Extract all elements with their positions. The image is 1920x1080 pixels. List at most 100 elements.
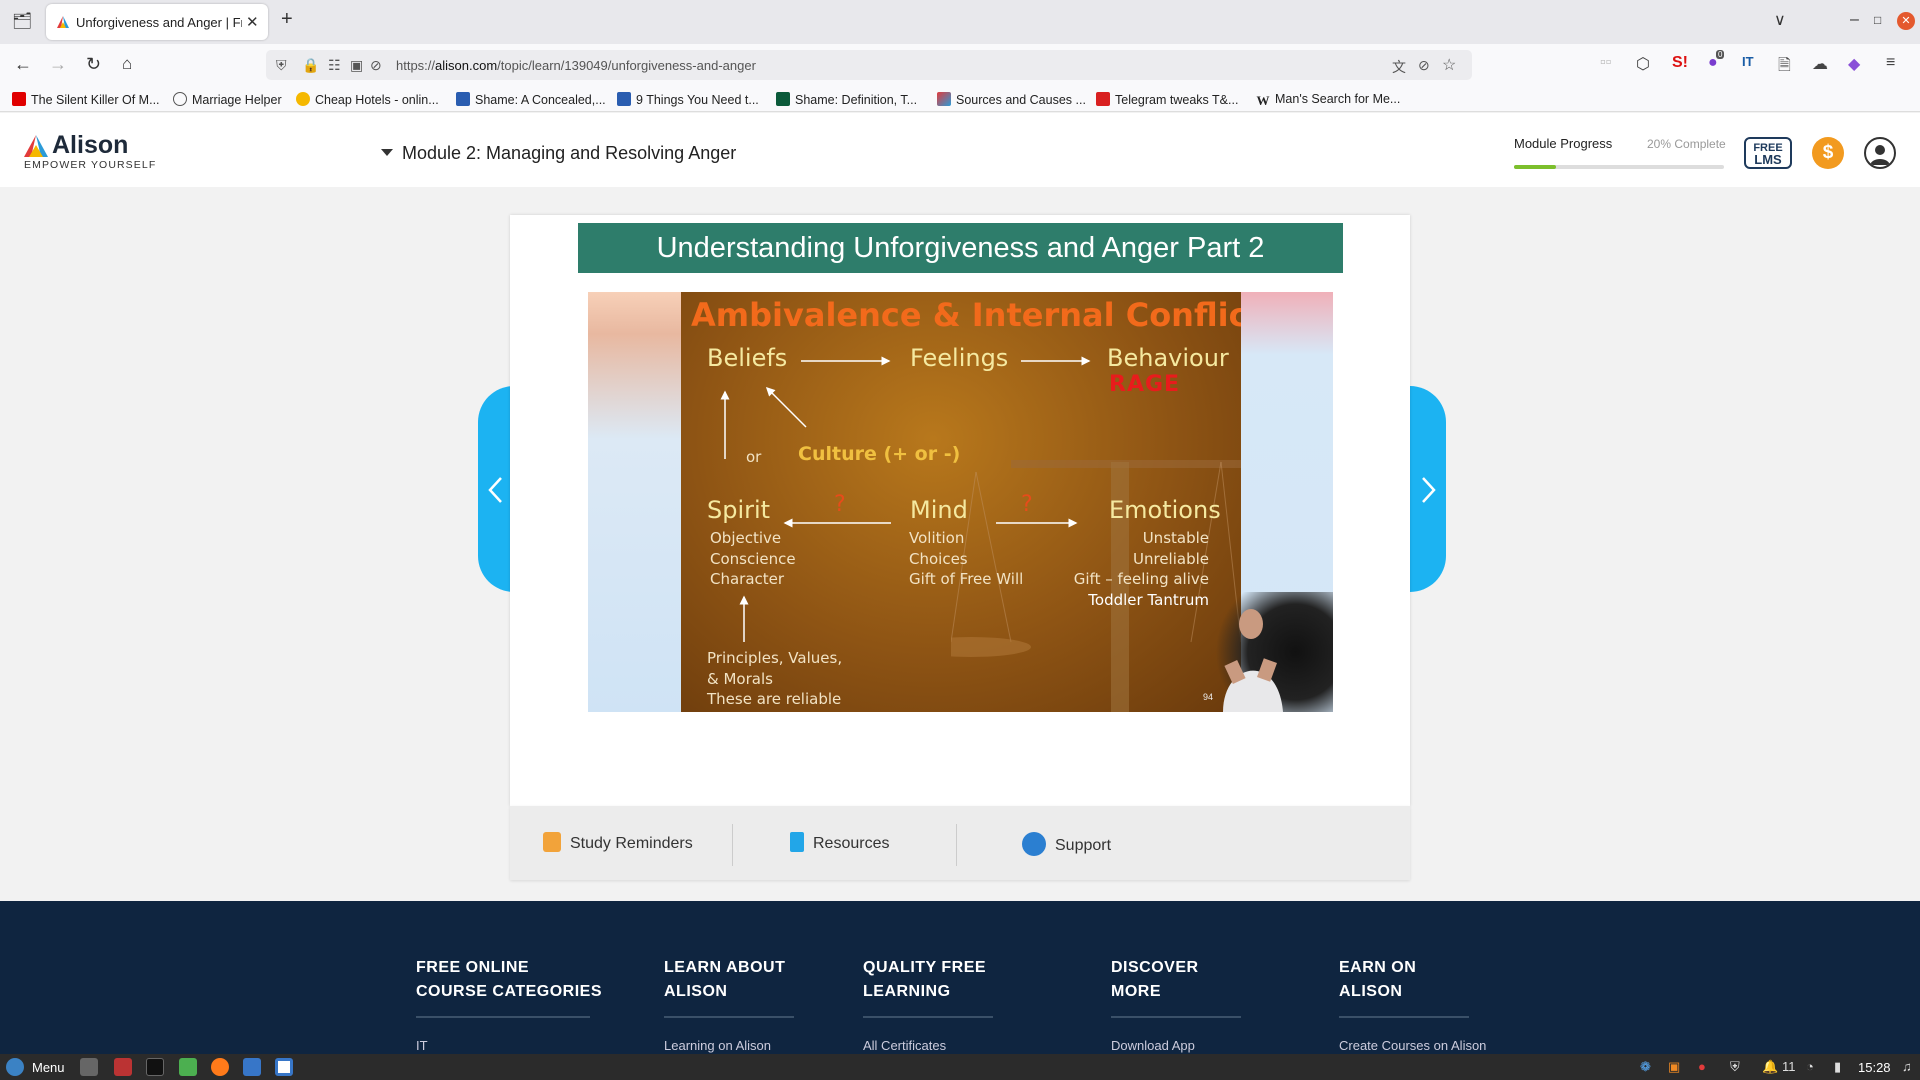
user-avatar-icon[interactable]	[1864, 137, 1896, 169]
slide-spirit: Spirit	[707, 496, 771, 524]
lesson-video-player[interactable]: Ambivalence & Internal Conflict Beliefs …	[588, 292, 1333, 712]
browser-tab-active[interactable]: Unforgiveness and Anger | Fr ✕	[46, 4, 268, 40]
v-icon	[776, 92, 790, 106]
tab-overflow-chevron-icon[interactable]: ∨	[1774, 13, 1786, 29]
shield-icon[interactable]: ⛨	[276, 57, 287, 74]
module-title[interactable]: Module 2: Managing and Resolving Anger	[402, 143, 736, 164]
os-taskbar: Menu ❁ ▣ ● ⛨ 🔔 11 ◔ ▮ 15:28 ♫	[0, 1054, 1920, 1080]
new-tab-button[interactable]: +	[281, 9, 293, 29]
package-update-icon[interactable]: ▣	[1668, 1059, 1680, 1075]
study-reminders-button[interactable]: Study Reminders	[543, 832, 693, 853]
bookmark-item[interactable]: W Man's Search for Me...	[1256, 92, 1401, 108]
bookmark-item[interactable]: 9 Things You Need t...	[617, 92, 759, 107]
support-button[interactable]: Support	[1022, 832, 1111, 856]
extensions-puzzle-icon[interactable]: ⬡	[1636, 54, 1650, 74]
app-launcher-icon[interactable]	[243, 1058, 261, 1076]
extension-badge-count: 0	[1716, 50, 1725, 59]
wifi-icon[interactable]: ◔	[1806, 1059, 1814, 1074]
footer-column: FREE ONLINE COURSE CATEGORIES IT	[416, 956, 602, 1053]
bookmark-item[interactable]: Shame: Definition, T...	[776, 92, 917, 107]
study-reminders-label: Study Reminders	[570, 835, 693, 852]
footer-link[interactable]: Download App	[1111, 1038, 1241, 1053]
free-lms-button[interactable]: FREE LMS	[1744, 137, 1792, 169]
firefox-icon[interactable]	[211, 1058, 229, 1076]
bookmark-item[interactable]: Telegram tweaks T&...	[1096, 92, 1238, 107]
pt-icon	[617, 92, 631, 106]
bookmark-star-icon[interactable]: ☆	[1442, 55, 1456, 75]
footer-link[interactable]: IT	[416, 1038, 590, 1053]
logo-name: Alison	[52, 131, 129, 159]
footer-column-heading: EARN ON ALISON	[1339, 959, 1417, 1000]
security-icon[interactable]: ⛨	[1730, 1059, 1740, 1075]
minimize-window-icon[interactable]: –	[1850, 12, 1859, 28]
module-dropdown-caret-icon[interactable]	[381, 149, 393, 156]
url-text[interactable]: https://alison.com/topic/learn/139049/un…	[396, 58, 756, 73]
terminal-icon[interactable]	[146, 1058, 164, 1076]
os-menu-label[interactable]: Menu	[32, 1060, 65, 1075]
tab-list-icon[interactable]: 🗂	[12, 14, 32, 30]
footer-rule	[1111, 1016, 1241, 1018]
extension-dots-icon[interactable]: ▫▫	[1600, 54, 1611, 72]
extension-s-icon[interactable]: S!	[1672, 54, 1688, 72]
footer-link[interactable]: Learning on Alison	[664, 1038, 794, 1053]
tracking-blocked-icon[interactable]: ⊘	[370, 57, 382, 74]
slide-emotions-item: Gift – feeling alive	[1073, 570, 1209, 588]
cloud-icon[interactable]: ☁	[1812, 54, 1828, 74]
lock-icon[interactable]: 🔒	[302, 57, 319, 74]
reload-icon[interactable]: ↻	[86, 54, 101, 74]
bluetooth-icon[interactable]: ❁	[1640, 1059, 1651, 1075]
camera-blocked-icon[interactable]: ▣	[350, 57, 363, 74]
os-menu-icon[interactable]	[6, 1058, 24, 1076]
forward-icon[interactable]: →	[49, 54, 67, 74]
logo-tagline: EMPOWER YOURSELF	[24, 159, 157, 171]
address-bar[interactable]: ⛨ 🔒 ☷ ▣ ⊘ https://alison.com/topic/learn…	[266, 50, 1472, 80]
bookmark-item[interactable]: Shame: A Concealed,...	[456, 92, 606, 107]
bookmark-item[interactable]: The Silent Killer Of M...	[12, 92, 160, 107]
reader-blocked-icon[interactable]: ⊘	[1418, 57, 1430, 74]
home-icon[interactable]: ⌂	[122, 54, 132, 74]
module-progress-fill	[1514, 165, 1556, 169]
battery-icon[interactable]: ▮	[1834, 1059, 1841, 1075]
bookmark-item[interactable]: Sources and Causes ...	[937, 92, 1086, 107]
chevron-right-icon	[1422, 477, 1436, 503]
browser-nav-bar: ← → ↻ ⌂ ⛨ 🔒 ☷ ▣ ⊘ https://alison.com/top…	[0, 44, 1920, 86]
notifications-icon[interactable]: 🔔	[1762, 1059, 1778, 1075]
clock[interactable]: 15:28	[1858, 1060, 1891, 1075]
footer-link[interactable]: All Certificates	[863, 1038, 993, 1053]
alison-logo-icon	[24, 135, 48, 157]
translate-icon[interactable]: 文	[1392, 57, 1406, 77]
free-lms-line2: LMS	[1754, 152, 1782, 167]
bookmark-item[interactable]: Cheap Hotels - onlin...	[296, 92, 439, 107]
back-icon[interactable]: ←	[14, 54, 32, 74]
close-window-icon[interactable]: ✕	[1897, 12, 1915, 30]
alison-icon	[937, 92, 951, 106]
lesson-banner-title: Understanding Unforgiveness and Anger Pa…	[578, 223, 1343, 273]
permissions-icon[interactable]: ☷	[328, 57, 341, 74]
footer-link[interactable]: Create Courses on Alison	[1339, 1038, 1486, 1053]
next-slide-button[interactable]	[1410, 386, 1446, 592]
mail-icon[interactable]	[275, 1058, 293, 1076]
module-progress-label: Module Progress	[1514, 136, 1613, 151]
site-header: Alison EMPOWER YOURSELF Module 2: Managi…	[0, 113, 1920, 187]
file-manager-icon[interactable]	[114, 1058, 132, 1076]
extension-translate-icon[interactable]: IT	[1742, 54, 1754, 69]
mail-notify-icon[interactable]: ●	[1698, 1059, 1706, 1074]
coin-icon[interactable]: $	[1812, 137, 1844, 169]
footer-column: EARN ON ALISON Create Courses on Alison	[1339, 956, 1486, 1053]
resources-button[interactable]: Resources	[790, 832, 889, 853]
support-label: Support	[1055, 837, 1112, 854]
pt-icon	[456, 92, 470, 106]
extension-doc-icon[interactable]: 🗎	[1778, 54, 1791, 81]
tab-close-icon[interactable]: ✕	[246, 13, 259, 31]
extension-cube-icon[interactable]: ◆	[1848, 54, 1860, 74]
maximize-window-icon[interactable]: □	[1874, 12, 1881, 28]
previous-slide-button[interactable]	[478, 386, 514, 592]
footer-column-heading: DISCOVER MORE	[1111, 959, 1199, 1000]
bookmark-item[interactable]: Marriage Helper	[173, 92, 282, 107]
text-editor-icon[interactable]	[179, 1058, 197, 1076]
footer-column-heading: QUALITY FREE LEARNING	[863, 959, 987, 1000]
music-icon[interactable]: ♫	[1902, 1059, 1912, 1074]
app-menu-icon[interactable]: ≡	[1886, 54, 1895, 72]
show-desktop-icon[interactable]	[80, 1058, 98, 1076]
lesson-tools-bar: Study Reminders Resources Support	[510, 806, 1410, 880]
